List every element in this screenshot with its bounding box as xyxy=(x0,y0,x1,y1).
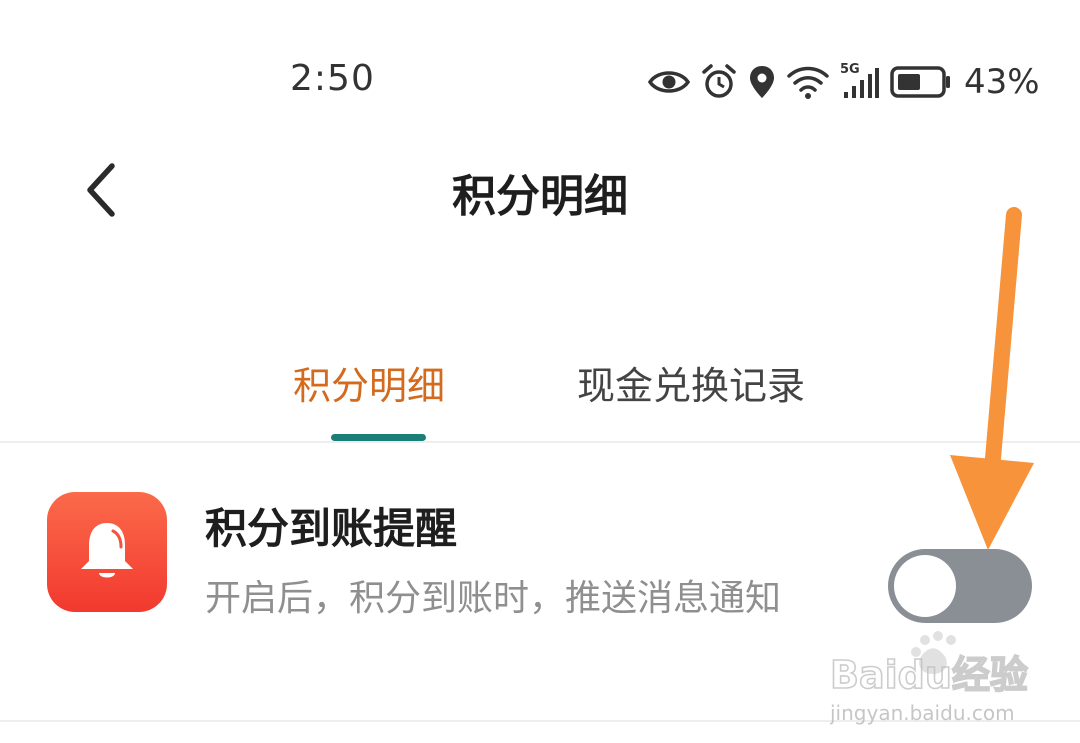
battery-icon xyxy=(890,66,950,98)
status-time: 2:50 xyxy=(290,58,375,99)
eye-icon xyxy=(648,71,690,93)
tab-points-detail[interactable]: 积分明细 xyxy=(293,355,445,410)
watermark-url-text: jingyan.baidu.com xyxy=(830,701,1015,725)
alarm-icon xyxy=(702,64,736,98)
points-reminder-toggle[interactable] xyxy=(888,549,1032,623)
location-icon xyxy=(750,66,774,98)
bell-icon xyxy=(81,523,133,578)
wifi-icon xyxy=(787,66,829,99)
setting-description: 开启后，积分到账时，推送消息通知 xyxy=(205,578,782,619)
setting-title: 积分到账提醒 xyxy=(205,504,458,553)
tab-divider xyxy=(0,441,1080,443)
status-icons: 5G 43% xyxy=(648,60,1040,104)
signal-bars-icon xyxy=(844,68,879,98)
annotation-arrow-icon xyxy=(950,207,1034,550)
toggle-knob xyxy=(894,555,956,617)
tab-cash-exchange-records[interactable]: 现金兑换记录 xyxy=(577,355,805,410)
page-title: 积分明细 xyxy=(452,171,628,222)
active-tab-indicator xyxy=(331,434,426,441)
notification-app-icon xyxy=(47,492,167,612)
baidu-watermark-logo: Baidu经验 jingyan.baidu.com xyxy=(830,631,1029,725)
battery-percent: 43% xyxy=(964,62,1040,102)
cellular-signal: 5G xyxy=(840,62,880,100)
watermark-brand-text: Baidu经验 xyxy=(830,653,1028,697)
